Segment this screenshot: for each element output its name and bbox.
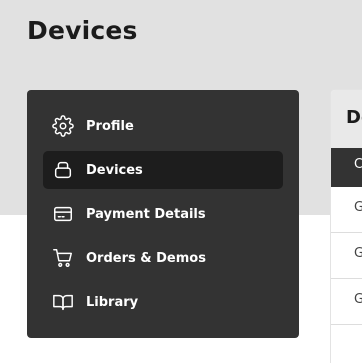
sidebar-item-profile[interactable]: Profile	[43, 107, 283, 145]
list-item-label: G	[354, 292, 362, 307]
sidebar-item-library[interactable]: Library	[43, 283, 283, 321]
panel-column-header: C	[331, 148, 362, 187]
device-icon	[52, 159, 74, 181]
credit-card-icon	[52, 203, 74, 225]
sidebar-item-label: Devices	[86, 162, 143, 178]
list-item-label: G	[354, 246, 362, 261]
cart-icon	[52, 247, 74, 269]
sidebar-item-devices[interactable]: Devices	[43, 151, 283, 189]
panel-title: De	[346, 107, 362, 128]
list-item-label: G	[354, 200, 362, 215]
list-item[interactable]: G	[331, 187, 362, 233]
sidebar-item-label: Orders & Demos	[86, 250, 206, 266]
list-item[interactable]: G	[331, 279, 362, 325]
sidebar-item-label: Profile	[86, 118, 134, 134]
gear-icon	[52, 115, 74, 137]
sidebar-item-label: Library	[86, 294, 139, 310]
column-header-label: C	[354, 157, 362, 172]
sidebar-nav: Profile Devices Payment Details Orders &…	[27, 90, 299, 338]
list-item[interactable]: G	[331, 233, 362, 279]
sidebar-item-payment-details[interactable]: Payment Details	[43, 195, 283, 233]
panel-header: De	[331, 90, 362, 148]
page-title: Devices	[27, 16, 138, 45]
sidebar-item-label: Payment Details	[86, 206, 206, 222]
sidebar-item-orders-demos[interactable]: Orders & Demos	[43, 239, 283, 277]
book-icon	[52, 291, 74, 313]
devices-panel: De C G G G	[331, 90, 362, 363]
